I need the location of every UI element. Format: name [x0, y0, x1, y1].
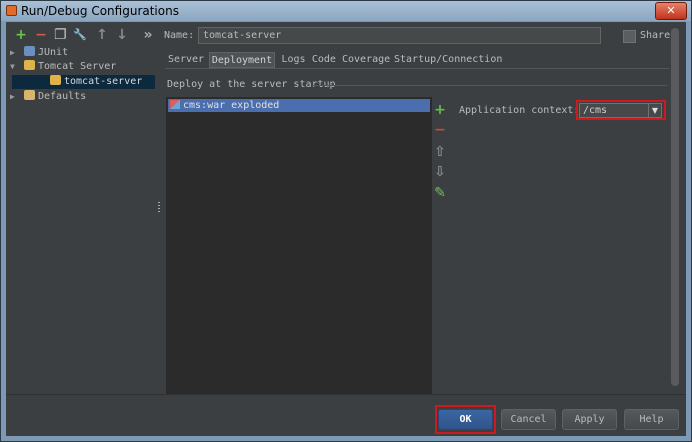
context-label: Application context:: [459, 105, 580, 116]
add-icon[interactable]: +: [15, 28, 27, 42]
collapsed-arrow-icon[interactable]: ▶: [10, 92, 24, 101]
dropdown-arrow-icon[interactable]: ▼: [648, 104, 661, 117]
share-checkbox[interactable]: [623, 30, 636, 43]
window-title: Run/Debug Configurations: [21, 4, 179, 18]
share-label: Share: [640, 30, 671, 41]
tab-code-coverage[interactable]: Code Coverage: [311, 52, 391, 68]
tree-item-label: Tomcat Server: [38, 61, 117, 72]
tab-server[interactable]: Server: [165, 52, 207, 68]
application-context-combo[interactable]: /cms ▼: [579, 103, 662, 118]
run-debug-dialog: Run/Debug Configurations ✕ + − ❐ 🔧 ↑ ↓» ▶ JUni…: [0, 0, 692, 442]
name-label: Name:: [164, 30, 195, 41]
cancel-button[interactable]: Cancel: [501, 409, 556, 430]
tree-item[interactable]: ▼ Tomcat Server: [10, 60, 116, 74]
move-down-icon[interactable]: ⇩: [434, 165, 446, 179]
section-title: Deploy at the server startup: [167, 79, 336, 90]
tree-item-label: tomcat-server: [64, 76, 143, 87]
deploy-list[interactable]: cms:war exploded: [166, 97, 432, 394]
tab-startup-connection[interactable]: Startup/Connection: [394, 52, 502, 68]
remove-icon[interactable]: −: [35, 28, 47, 42]
title-bar[interactable]: Run/Debug Configurations ✕: [1, 1, 691, 21]
list-item[interactable]: cms:war exploded: [168, 99, 430, 112]
close-button[interactable]: ✕: [655, 2, 687, 20]
wrench-icon[interactable]: 🔧: [73, 29, 87, 41]
tree-item[interactable]: ▶ Defaults: [10, 90, 86, 104]
tab-divider: [165, 68, 669, 69]
tomcat-icon: [24, 60, 35, 70]
expanded-arrow-icon[interactable]: ▼: [10, 62, 24, 71]
splitter-grip-icon: [158, 202, 160, 214]
move-up-icon[interactable]: ⇧: [434, 145, 446, 159]
expand-icon[interactable]: »: [142, 28, 154, 42]
button-bar-divider: [6, 394, 686, 395]
junit-icon: [24, 46, 35, 56]
dialog-content: + − ❐ 🔧 ↑ ↓» ▶ JUnit ▼ Tomcat Server tomcat-serve…: [6, 22, 686, 436]
pane-splitter[interactable]: [156, 22, 162, 394]
tab-deployment[interactable]: Deployment: [209, 52, 275, 68]
collapsed-arrow-icon[interactable]: ▶: [10, 48, 24, 57]
app-icon: [6, 5, 17, 16]
tree-item[interactable]: ▶ JUnit: [10, 46, 68, 60]
tree-item-label: JUnit: [38, 47, 69, 58]
vertical-scrollbar[interactable]: [671, 28, 679, 386]
section-divider: [312, 85, 667, 86]
defaults-icon: [24, 90, 35, 100]
apply-button[interactable]: Apply: [562, 409, 617, 430]
tomcat-icon: [50, 75, 61, 85]
edit-icon[interactable]: ✎: [434, 186, 446, 200]
tree-item[interactable]: tomcat-server: [12, 75, 155, 89]
context-value: /cms: [583, 105, 608, 116]
configurations-pane: + − ❐ 🔧 ↑ ↓ » ▶ JUnit ▼ Tomcat Server tomcat-serve…: [6, 22, 155, 394]
name-field[interactable]: tomcat-server: [198, 27, 601, 44]
list-item-label: cms:war exploded: [183, 100, 280, 111]
up-arrow-icon[interactable]: ↑: [96, 28, 108, 42]
tree-item-label: Defaults: [38, 91, 87, 102]
add-icon[interactable]: +: [434, 103, 446, 117]
down-arrow-icon[interactable]: ↓: [116, 28, 128, 42]
ok-button[interactable]: OK: [438, 409, 493, 430]
remove-icon[interactable]: −: [434, 123, 446, 137]
help-button[interactable]: Help: [624, 409, 679, 430]
tab-logs[interactable]: Logs: [278, 52, 309, 68]
copy-icon[interactable]: ❐: [54, 28, 67, 42]
artifact-icon: [170, 100, 180, 109]
